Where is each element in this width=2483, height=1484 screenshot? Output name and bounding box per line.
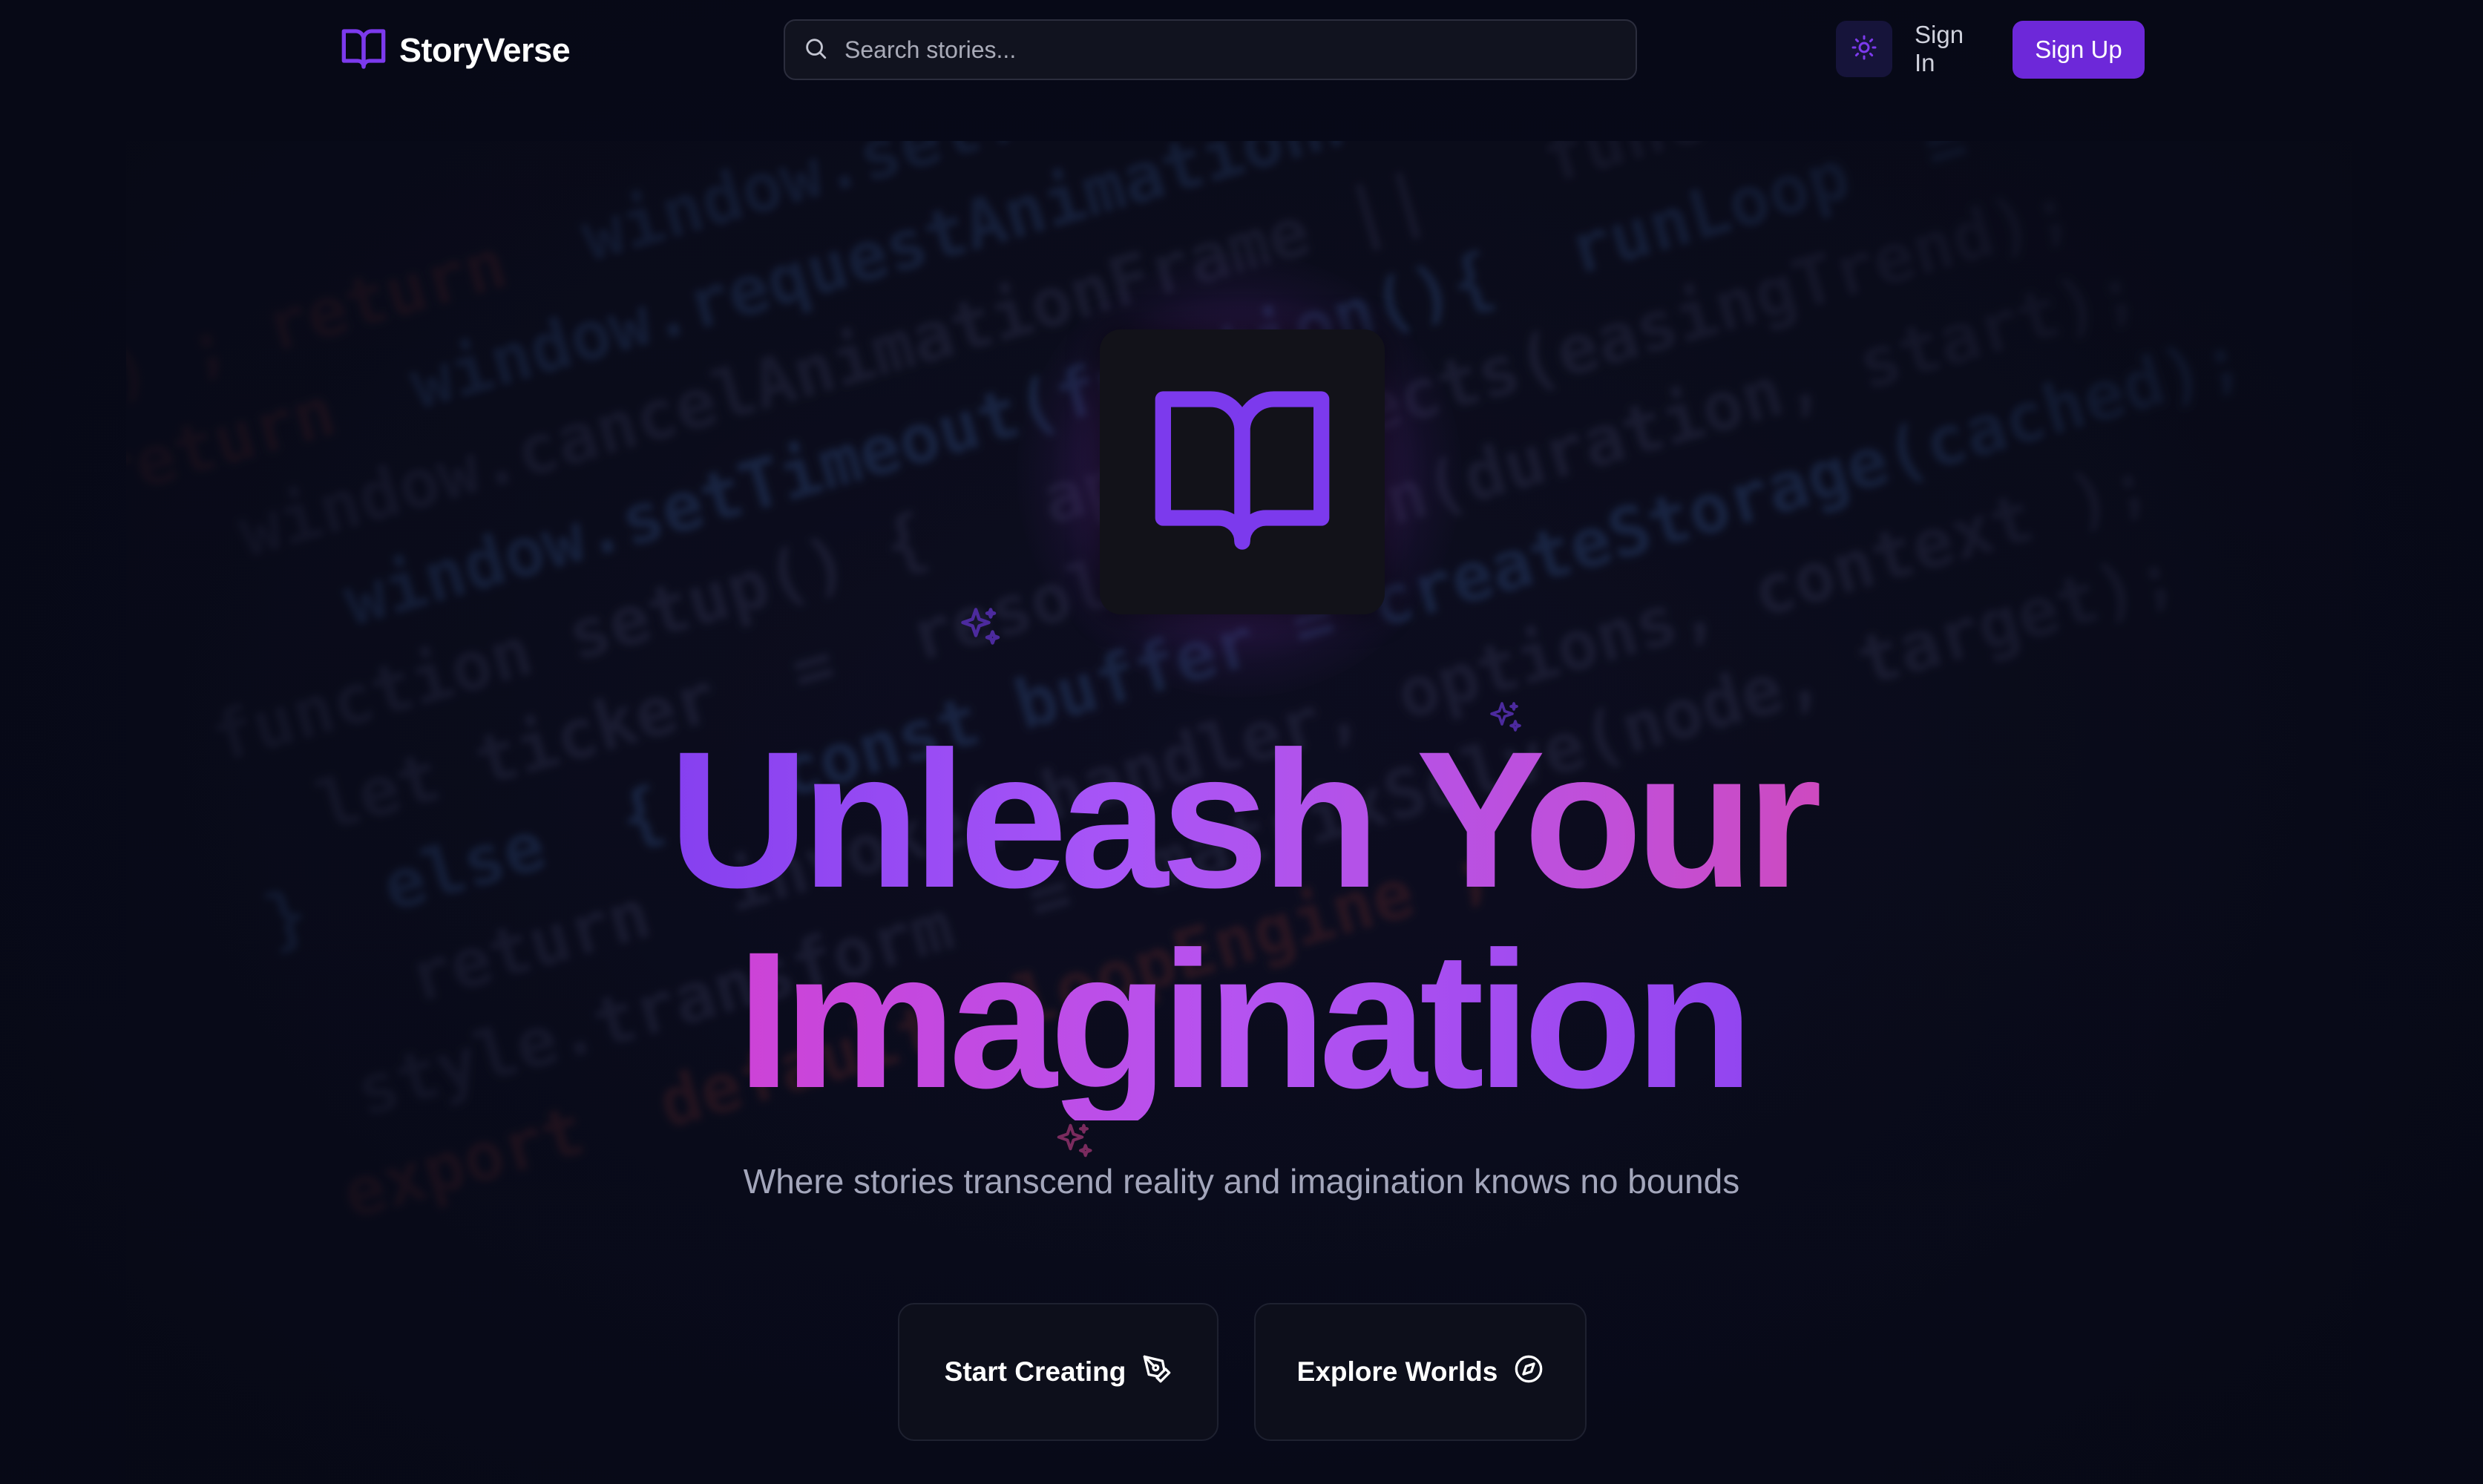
- start-creating-label: Start Creating: [944, 1356, 1126, 1387]
- compass-icon: [1498, 1354, 1544, 1391]
- theme-toggle-button[interactable]: [1836, 21, 1892, 77]
- sign-up-button[interactable]: Sign Up: [2013, 21, 2145, 79]
- top-navigation-bar: StoryVerse Sign In Sign Up: [0, 0, 2483, 101]
- explore-worlds-label: Explore Worlds: [1296, 1356, 1498, 1387]
- brand-name: StoryVerse: [399, 31, 571, 69]
- hero-subtitle: Where stories transcend reality and imag…: [743, 1162, 1740, 1201]
- brand-logo[interactable]: StoryVerse: [340, 25, 571, 76]
- sign-in-button[interactable]: Sign In: [1915, 21, 1989, 77]
- explore-worlds-button[interactable]: Explore Worlds: [1254, 1303, 1587, 1441]
- pen-tool-icon: [1126, 1354, 1172, 1391]
- search-icon: [785, 36, 828, 65]
- sun-icon: [1851, 34, 1877, 65]
- hero-book-tile: [1100, 329, 1385, 614]
- sparkles-icon: [957, 604, 1002, 649]
- hero-headline-line1: Unleash Your: [0, 720, 2483, 920]
- hero-headline-line2: Imagination: [0, 920, 2483, 1120]
- book-open-icon: [340, 25, 387, 76]
- search-input[interactable]: [843, 27, 1603, 73]
- start-creating-button[interactable]: Start Creating: [898, 1303, 1218, 1441]
- search-bar[interactable]: [784, 19, 1637, 80]
- book-open-icon: [1147, 375, 1337, 569]
